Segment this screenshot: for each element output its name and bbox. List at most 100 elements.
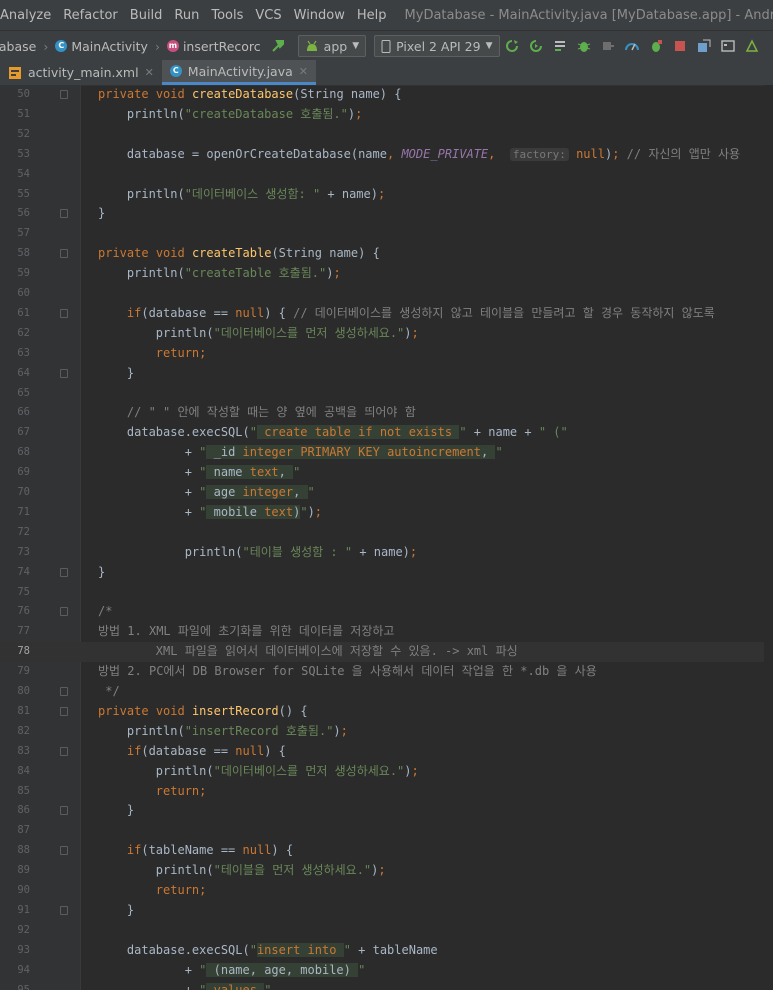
code-line[interactable]: 66 // " " 안에 작성할 때는 양 옆에 공백을 띄어야 함 [0,403,773,423]
code-line[interactable]: 86 } [0,801,773,821]
code-line[interactable]: 73 println("테이블 생성함 : " + name); [0,543,773,563]
menu-analyze[interactable]: Analyze [0,8,57,23]
code-line[interactable]: 67 database.execSQL(" create table if no… [0,423,773,443]
device-select[interactable]: Pixel 2 API 29 ▼ [374,35,500,57]
code-line[interactable]: 71 + " mobile text)"); [0,503,773,523]
code-line[interactable]: 64 } [0,364,773,384]
attach-debugger-icon[interactable] [601,39,615,53]
sync-project-icon[interactable] [697,39,711,53]
profiler-icon[interactable] [624,39,639,53]
code-editor[interactable]: 50 private void createDatabase(String nam… [0,85,773,990]
apply-changes-icon[interactable] [505,39,519,53]
close-icon[interactable]: ✕ [145,66,154,79]
sdk-manager-icon[interactable] [745,39,759,53]
fold-marker-icon[interactable] [60,806,68,816]
fold-marker-icon[interactable] [60,687,68,696]
code-line[interactable]: 75 [0,583,773,603]
run-config-select[interactable]: app ▼ [297,35,367,57]
code-line[interactable]: 52 [0,125,773,145]
code-line[interactable]: 94 + " (name, age, mobile) " [0,961,773,981]
code-line[interactable]: 83 if(database == null) { [0,742,773,762]
code-line[interactable]: 54 [0,165,773,185]
code-line[interactable]: 79 방법 2. PC에서 DB Browser for SQLite 을 사용해… [0,662,773,682]
menu-run[interactable]: Run [168,8,205,23]
debug-attach-icon[interactable] [649,39,663,53]
code-line[interactable]: 62 println("데이터베이스를 먼저 생성하세요."); [0,324,773,344]
line-number: 89 [17,864,30,877]
code-line[interactable]: 68 + " _id integer PRIMARY KEY autoincre… [0,443,773,463]
breadcrumb-module[interactable]: tabase [0,39,36,54]
code-line[interactable]: 61 if(database == null) { // 데이터베이스를 생성하… [0,304,773,324]
close-icon[interactable]: ✕ [299,65,308,78]
code-line[interactable]: 84 println("데이터베이스를 먼저 생성하세요."); [0,762,773,782]
code-line[interactable]: 74} [0,563,773,583]
coverage-icon[interactable] [553,39,567,53]
code-line[interactable]: 85 return; [0,782,773,802]
code-line[interactable]: 50 private void createDatabase(String nam… [0,85,773,105]
code-line[interactable]: 58 private void createTable(String name) … [0,244,773,264]
code-line[interactable]: 55 println("데이터베이스 생성함: " + name); [0,185,773,205]
code-line[interactable]: 60 [0,284,773,304]
menu-tools[interactable]: Tools [205,8,249,23]
tab-mainactivity-java[interactable]: C MainActivity.java ✕ [161,60,316,85]
code-line[interactable]: 91 } [0,901,773,921]
breadcrumb-class[interactable]: MainActivity [71,39,148,54]
fold-marker-icon[interactable] [60,567,68,577]
fold-marker-icon[interactable] [60,90,68,99]
menu-build[interactable]: Build [124,8,169,23]
menu-window[interactable]: Window [288,8,351,23]
code-line[interactable]: 89 println("테이블을 먼저 생성하세요."); [0,861,773,881]
code-line[interactable]: 51 println("createDatabase 호출됨."); [0,105,773,125]
android-icon [306,40,317,51]
tab-activity-main-xml[interactable]: activity_main.xml ✕ [0,60,162,85]
code-text: XML 파일을 읽어서 데이터베이스에 저장할 수 있음. -> xml 파싱 [98,644,518,659]
code-line[interactable]: 87 [0,821,773,841]
code-line[interactable]: 90 return; [0,881,773,901]
fold-marker-icon[interactable] [60,249,68,259]
code-text: + " values " [98,981,271,990]
debug-icon[interactable] [577,39,591,53]
code-line[interactable]: 81 private void insertRecord() { [0,702,773,722]
fold-marker-icon[interactable] [60,706,68,716]
fold-marker-icon[interactable] [60,308,68,318]
menu-vcs[interactable]: VCS [249,8,287,23]
editor-scrollbar[interactable] [764,85,773,990]
code-line[interactable]: 69 + " name text, " [0,463,773,483]
code-line[interactable]: 76 /* [0,602,773,622]
code-line[interactable]: 63 return; [0,344,773,364]
code-text: } [98,206,106,221]
avd-manager-icon[interactable] [720,39,735,53]
fold-marker-icon[interactable] [60,607,68,617]
code-line[interactable]: 70 + " age integer, " [0,483,773,503]
run-config-label: app [323,38,348,54]
code-line[interactable]: 53 database = openOrCreateDatabase(name,… [0,145,773,165]
code-line[interactable]: 95 + " values " [0,981,773,990]
class-icon: C [169,65,182,77]
fold-marker-icon[interactable] [60,846,68,856]
code-line[interactable]: 92 [0,921,773,941]
fold-marker-icon[interactable] [60,905,68,915]
code-line[interactable]: 82 println("insertRecord 호출됨."); [0,722,773,742]
line-number: 84 [17,764,30,777]
fold-marker-icon[interactable] [60,368,68,378]
code-text: private void createTable(String name) { [98,246,380,261]
code-line[interactable]: 93 database.execSQL("insert into " + tab… [0,941,773,961]
code-line[interactable]: 78 XML 파일을 읽어서 데이터베이스에 저장할 수 있음. -> xml … [0,642,773,663]
apply-code-changes-icon[interactable] [529,39,543,53]
code-line[interactable]: 88 if(tableName == null) { [0,841,773,861]
menu-help[interactable]: Help [351,8,393,23]
fold-marker-icon[interactable] [60,209,68,219]
hammer-icon[interactable] [271,39,285,53]
code-line[interactable]: 59 println("createTable 호출됨."); [0,264,773,284]
code-line[interactable]: 80 */ [0,682,773,702]
stop-icon[interactable] [673,39,687,53]
code-line[interactable]: 56} [0,204,773,224]
code-line[interactable]: 72 [0,523,773,543]
code-line[interactable]: 77 방법 1. XML 파일에 초기화를 위한 데이터를 저장하고 [0,622,773,642]
code-text: } [98,365,135,380]
breadcrumb-method[interactable]: insertRecorc [183,39,261,54]
code-line[interactable]: 57 [0,224,773,244]
fold-marker-icon[interactable] [60,746,68,756]
code-line[interactable]: 65 [0,384,773,404]
menu-refactor[interactable]: Refactor [57,8,124,23]
